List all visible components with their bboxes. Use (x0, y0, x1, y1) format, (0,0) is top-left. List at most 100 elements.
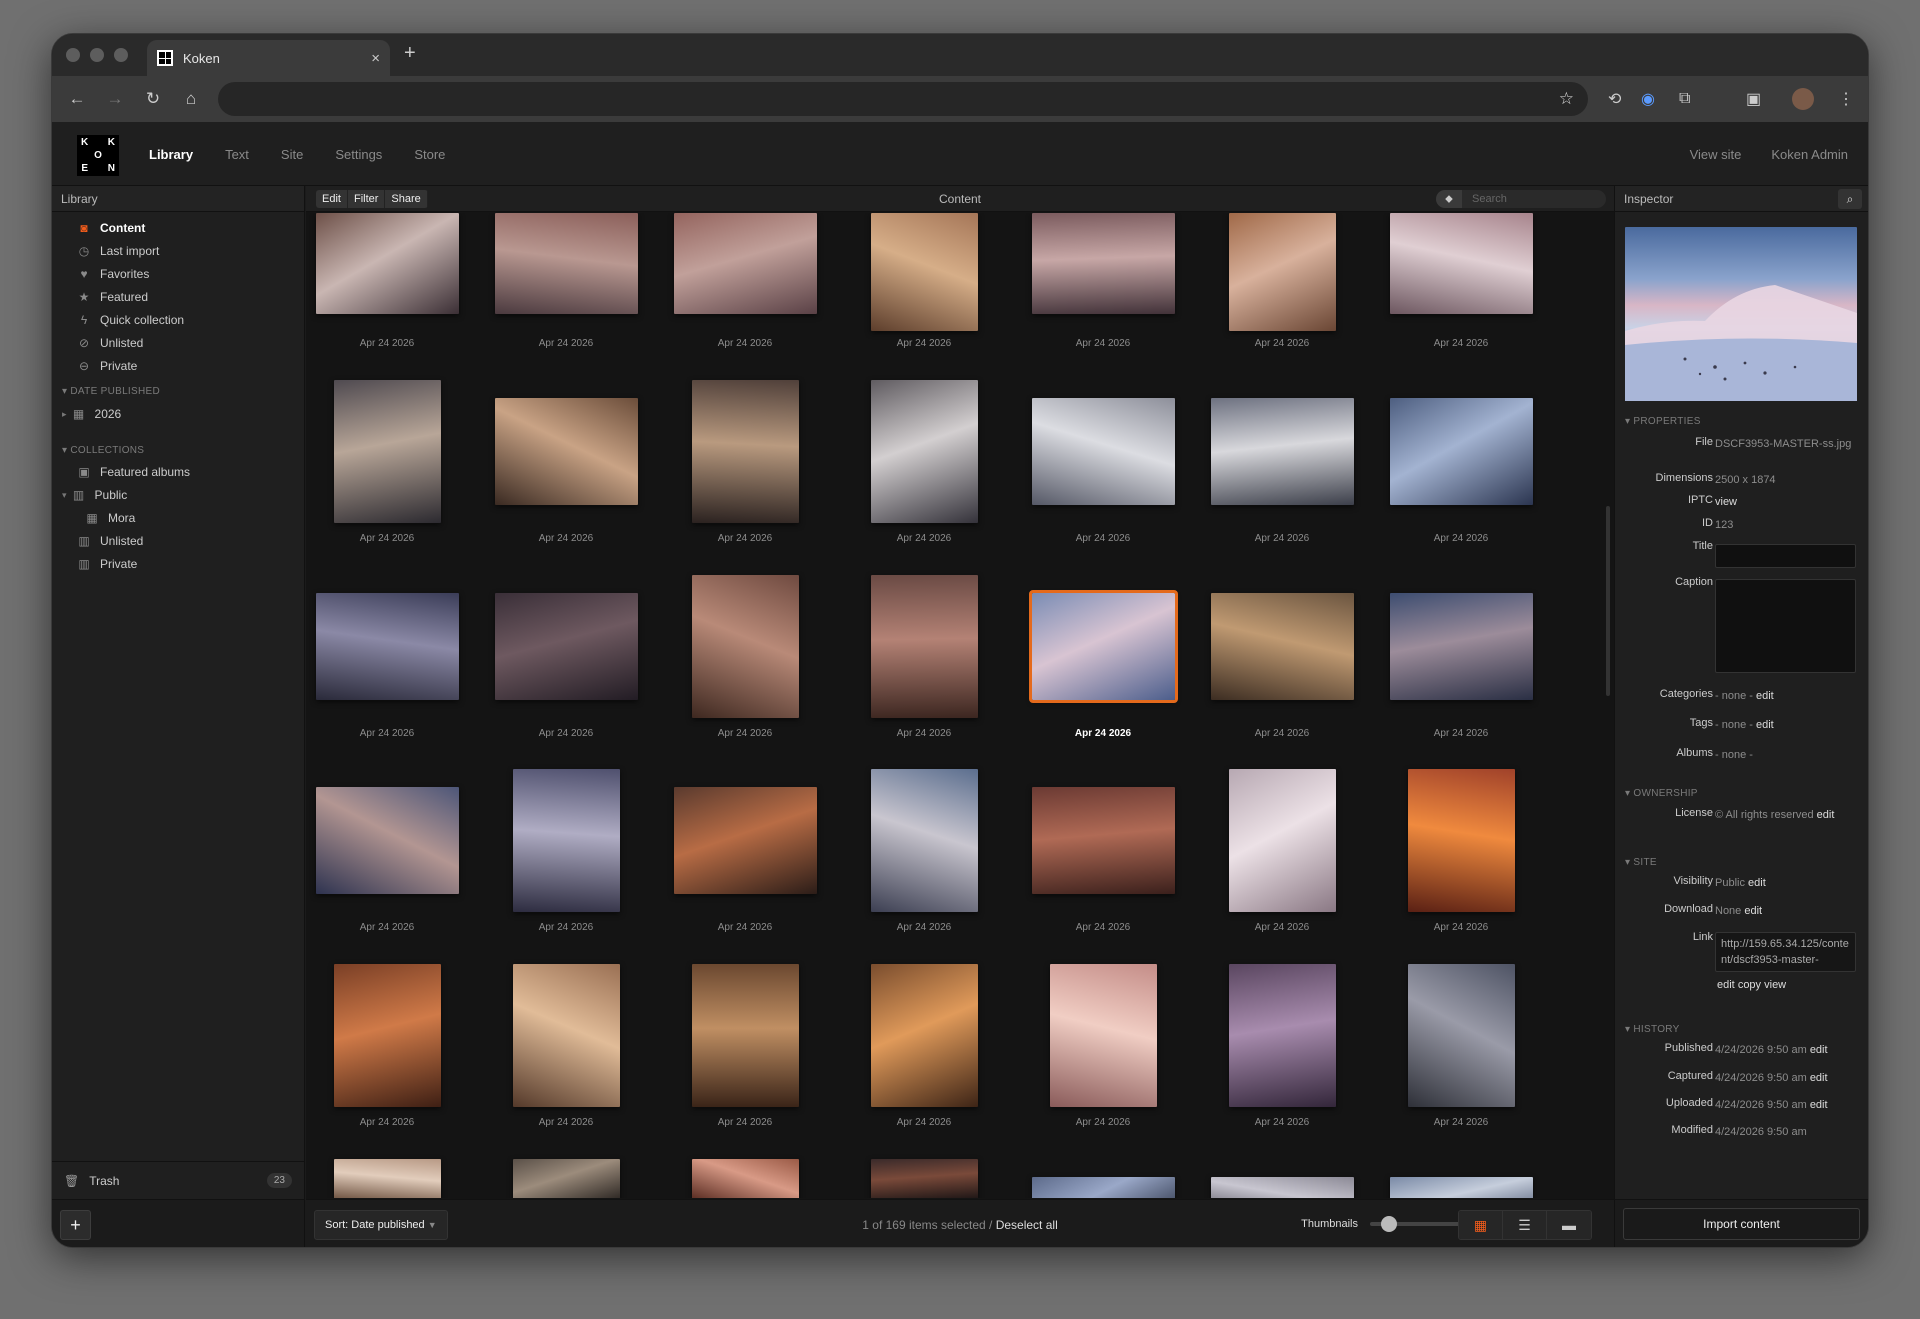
date-published-section[interactable]: ▾ DATE PUBLISHED (62, 386, 160, 397)
home-icon[interactable]: ⌂ (172, 89, 210, 109)
photo-thumbnail[interactable] (870, 213, 978, 331)
reload-icon[interactable]: ↻ (134, 89, 172, 109)
tab-close-icon[interactable]: × (371, 50, 380, 67)
photo-thumbnail[interactable] (691, 380, 799, 523)
deselect-all-link[interactable]: Deselect all (996, 1218, 1058, 1232)
photo-thumbnail[interactable] (691, 575, 799, 718)
tags-edit-link[interactable]: edit (1756, 719, 1774, 731)
close-window-button[interactable] (66, 48, 80, 62)
browser-menu-icon[interactable]: ⋮ (1838, 76, 1854, 122)
photo-thumbnail[interactable] (1228, 213, 1336, 331)
site-section[interactable]: ▾ SITE (1625, 857, 1657, 868)
photo-thumbnail[interactable] (1210, 593, 1354, 700)
photo-thumbnail[interactable] (333, 380, 441, 523)
add-collection-button[interactable]: + (60, 1210, 91, 1240)
photo-thumbnail[interactable] (1407, 964, 1515, 1107)
search-icon[interactable]: ⌕ (1838, 189, 1862, 209)
large-view-icon[interactable]: ▬ (1547, 1211, 1591, 1239)
photo-thumbnail[interactable] (333, 1159, 441, 1198)
extensions-puzzle-icon[interactable]: ⧉ (1679, 76, 1690, 122)
photo-thumbnail[interactable] (870, 769, 978, 912)
photo-thumbnail[interactable] (1210, 398, 1354, 505)
nav-text[interactable]: Text (225, 147, 249, 162)
maximize-window-button[interactable] (114, 48, 128, 62)
share-button[interactable]: Share (385, 190, 428, 208)
minimize-window-button[interactable] (90, 48, 104, 62)
photo-thumbnail[interactable] (315, 593, 459, 700)
tab-search-icon[interactable]: ▣ (1746, 76, 1761, 122)
photo-thumbnail[interactable] (1028, 590, 1178, 703)
photo-thumbnail[interactable] (1031, 1177, 1175, 1198)
trash-item[interactable]: 🗑 Trash 23 (52, 1161, 304, 1199)
photo-thumbnail[interactable] (1210, 1177, 1354, 1198)
sidebar-item-featured[interactable]: ★ Featured (76, 287, 148, 307)
photo-thumbnail[interactable] (1407, 769, 1515, 912)
bookmark-star-icon[interactable]: ☆ (1559, 89, 1574, 109)
new-tab-button[interactable]: + (404, 42, 416, 65)
sidebar-item-unlisted-collections[interactable]: ▥ Unlisted (76, 531, 143, 551)
link-edit-link[interactable]: edit (1717, 979, 1735, 991)
photo-thumbnail[interactable] (512, 1159, 620, 1198)
admin-user-link[interactable]: Koken Admin (1771, 147, 1848, 162)
photo-thumbnail[interactable] (1031, 213, 1175, 314)
properties-section[interactable]: ▾ PROPERTIES (1625, 416, 1701, 427)
slider-knob[interactable] (1381, 1216, 1398, 1232)
license-edit-link[interactable]: edit (1817, 809, 1835, 821)
photo-thumbnail[interactable] (1031, 398, 1175, 505)
visibility-edit-link[interactable]: edit (1748, 877, 1766, 889)
photo-thumbnail[interactable] (1389, 398, 1533, 505)
sidebar-item-private[interactable]: ⊖ Private (76, 356, 137, 376)
nav-library[interactable]: Library (149, 147, 193, 162)
photo-thumbnail[interactable] (870, 1159, 978, 1198)
photo-thumbnail[interactable] (512, 769, 620, 912)
thumbnail-size-slider[interactable] (1370, 1216, 1460, 1232)
sidebar-item-favorites[interactable]: ♥ Favorites (76, 264, 149, 284)
tag-icon[interactable]: ⬥ (1436, 190, 1462, 208)
photo-thumbnail[interactable] (494, 593, 638, 700)
photo-thumbnail[interactable] (1389, 593, 1533, 700)
uploaded-edit-link[interactable]: edit (1810, 1099, 1828, 1111)
photo-thumbnail[interactable] (1389, 213, 1533, 314)
sidebar-item-private-collections[interactable]: ▥ Private (76, 554, 137, 574)
sidebar-item-unlisted[interactable]: ⊘ Unlisted (76, 333, 143, 353)
photo-thumbnail[interactable] (870, 380, 978, 523)
koken-logo[interactable]: K K O E N (77, 135, 119, 176)
history-section[interactable]: ▾ HISTORY (1625, 1024, 1680, 1035)
list-view-icon[interactable]: ☰ (1503, 1211, 1547, 1239)
captured-edit-link[interactable]: edit (1810, 1072, 1828, 1084)
photo-thumbnail[interactable] (1049, 964, 1157, 1107)
caption-textarea[interactable] (1715, 579, 1856, 673)
published-edit-link[interactable]: edit (1810, 1044, 1828, 1056)
link-copy-link[interactable]: copy (1738, 979, 1761, 991)
photo-thumbnail[interactable] (494, 398, 638, 505)
extension-icon[interactable]: ⟲ (1608, 76, 1621, 122)
grid-view-icon[interactable]: ▦ (1459, 1211, 1503, 1239)
photo-thumbnail[interactable] (1228, 769, 1336, 912)
categories-edit-link[interactable]: edit (1756, 690, 1774, 702)
sidebar-item-featured-albums[interactable]: ▣ Featured albums (76, 462, 190, 482)
photo-thumbnail[interactable] (673, 213, 817, 314)
photo-thumbnail[interactable] (512, 964, 620, 1107)
profile-avatar[interactable] (1792, 76, 1814, 122)
photo-thumbnail[interactable] (870, 964, 978, 1107)
photo-thumbnail[interactable] (494, 213, 638, 314)
forward-icon[interactable]: → (96, 89, 134, 109)
photo-thumbnail[interactable] (870, 575, 978, 718)
link-view-link[interactable]: view (1764, 979, 1786, 991)
address-bar[interactable]: ☆ (218, 82, 1588, 116)
nav-settings[interactable]: Settings (335, 147, 382, 162)
filter-button[interactable]: Filter (348, 190, 386, 208)
password-manager-icon[interactable]: ◉ (1641, 76, 1655, 122)
import-content-button[interactable]: Import content (1623, 1208, 1860, 1240)
nav-store[interactable]: Store (414, 147, 445, 162)
sidebar-item-mora[interactable]: ▦ Mora (84, 508, 135, 528)
edit-button[interactable]: Edit (316, 190, 348, 208)
sidebar-item-content[interactable]: ◙ Content (76, 218, 145, 238)
ownership-section[interactable]: ▾ OWNERSHIP (1625, 788, 1698, 799)
photo-thumbnail[interactable] (333, 964, 441, 1107)
sidebar-item-last-import[interactable]: ◷ Last import (76, 241, 160, 261)
link-field[interactable]: http://159.65.34.125/content/dscf3953-ma… (1715, 932, 1856, 972)
title-input[interactable] (1715, 544, 1856, 568)
sidebar-item-public[interactable]: ▾ ▥ Public (62, 485, 127, 505)
photo-thumbnail[interactable] (1389, 1177, 1533, 1198)
